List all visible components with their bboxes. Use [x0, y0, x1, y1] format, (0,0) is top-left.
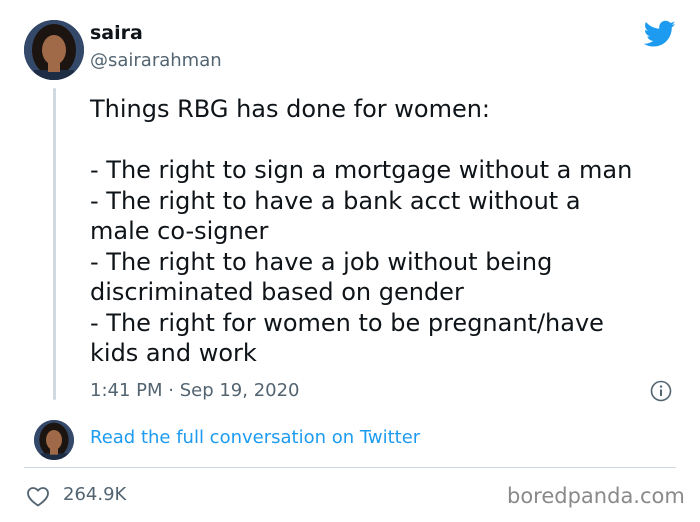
tweet-text: Things RBG has done for women: - The rig… [90, 94, 680, 369]
tweet-intro: Things RBG has done for women: [90, 95, 491, 123]
tweet-line: male co-signer [90, 217, 269, 245]
heart-icon[interactable] [26, 485, 50, 507]
tweet-line: - The right to have a bank acct without … [90, 186, 581, 215]
author-display-name[interactable]: saira [90, 22, 143, 44]
like-count: 264.9K [63, 484, 127, 505]
author-handle[interactable]: @sairarahman [90, 50, 222, 71]
tweet-line: discriminated based on gender [90, 278, 464, 306]
tweet-line: - The right for women to be pregnant/hav… [90, 308, 604, 337]
info-icon[interactable] [650, 380, 672, 402]
tweet-line: kids and work [90, 339, 257, 367]
tweet-card: saira @sairarahman Things RBG has done f… [0, 0, 700, 522]
tweet-timestamp[interactable]: 1:41 PM · Sep 19, 2020 [90, 380, 300, 401]
watermark: boredpanda.com [507, 484, 685, 508]
thread-line [53, 88, 56, 400]
author-avatar[interactable] [24, 20, 84, 80]
divider [24, 467, 676, 468]
conversation-avatar[interactable] [34, 420, 74, 460]
read-conversation-link[interactable]: Read the full conversation on Twitter [90, 427, 420, 448]
tweet-line: - The right to sign a mortgage without a… [90, 156, 633, 184]
tweet-line: - The right to have a job without being [90, 247, 553, 276]
twitter-bird-icon[interactable] [644, 20, 676, 48]
